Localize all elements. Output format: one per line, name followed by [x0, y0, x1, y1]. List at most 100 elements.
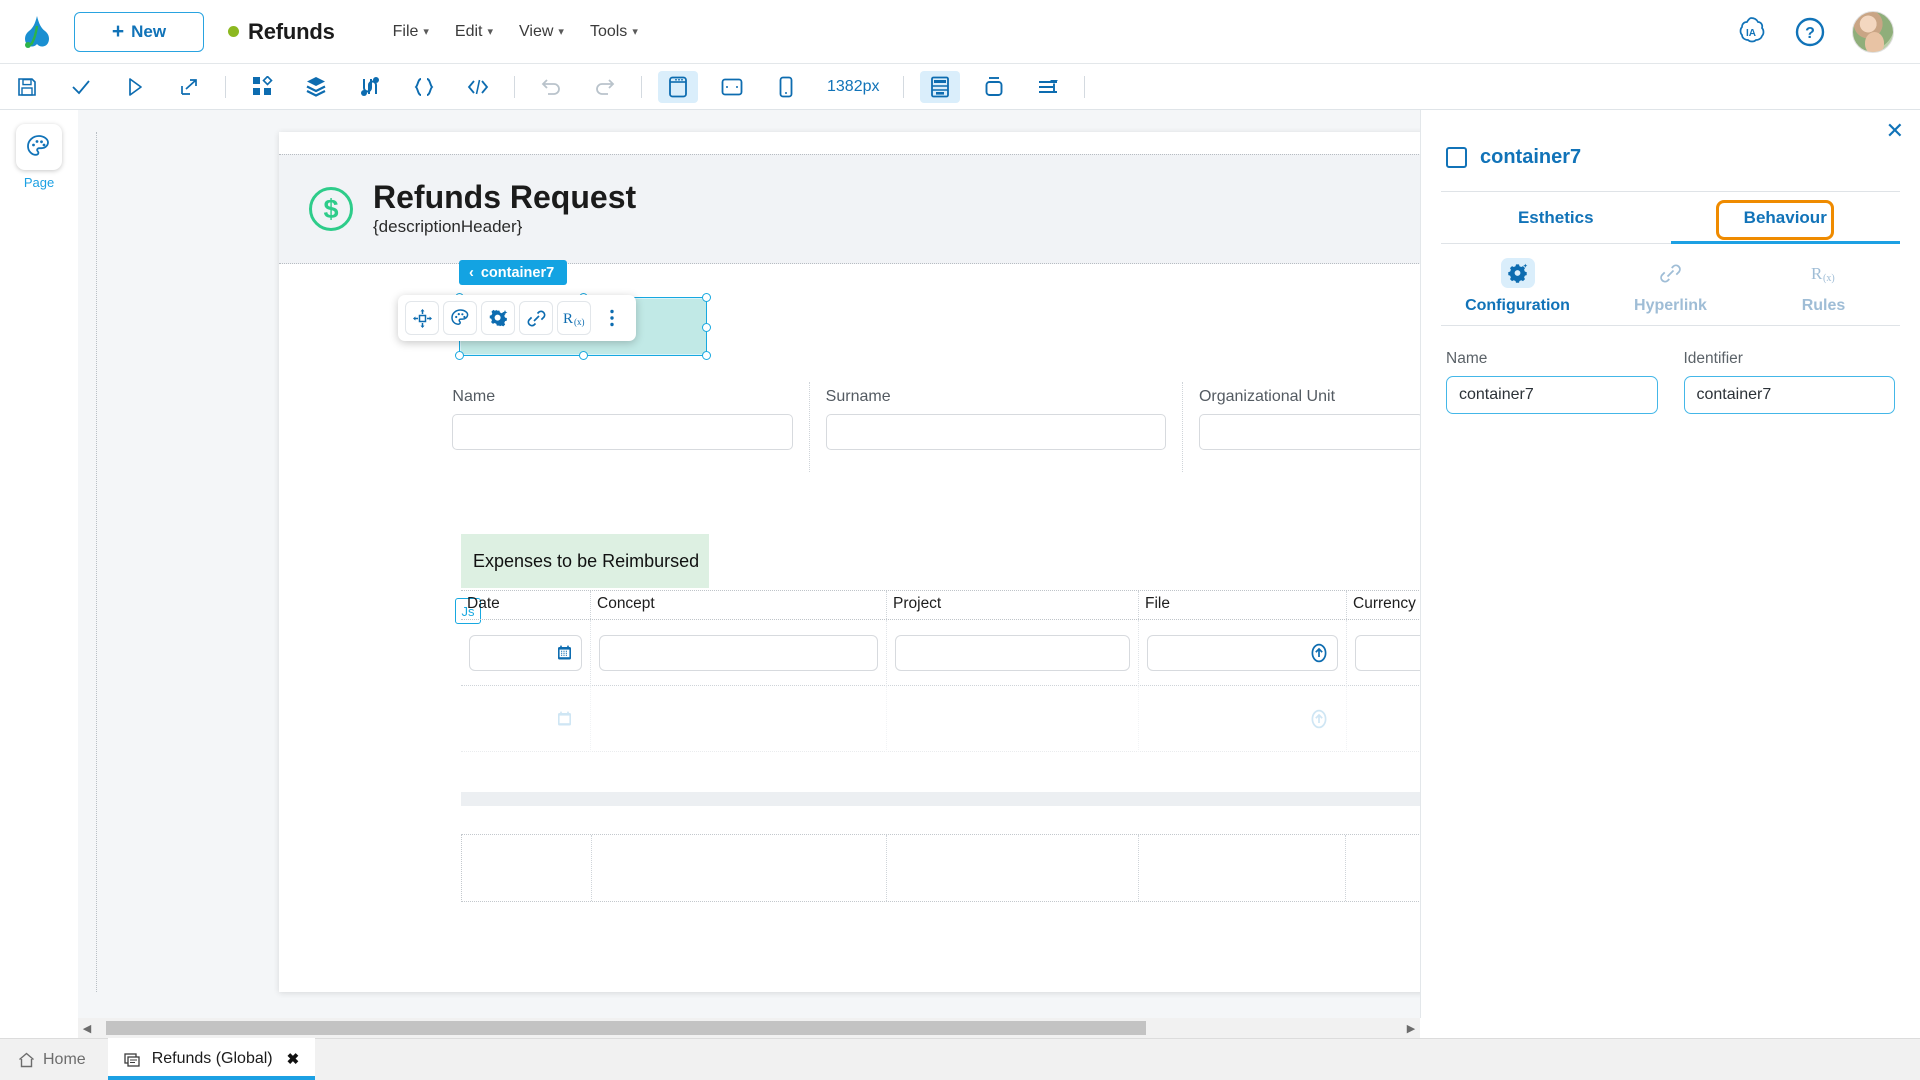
cell-date[interactable]: [461, 619, 591, 686]
ia-assistant-icon[interactable]: IA: [1734, 15, 1768, 49]
upload-circle-icon[interactable]: [1309, 643, 1329, 663]
components-grid-icon[interactable]: [242, 71, 282, 103]
field-name[interactable]: Name: [436, 382, 810, 472]
user-avatar[interactable]: [1852, 10, 1894, 53]
cell-currency[interactable]: [1347, 686, 1420, 752]
resize-handle-sw[interactable]: [455, 351, 464, 360]
project-input[interactable]: [895, 700, 1130, 737]
project-input[interactable]: [895, 634, 1130, 671]
table-row[interactable]: [461, 685, 1420, 752]
summary-cell[interactable]: [887, 835, 1139, 901]
app-logo[interactable]: [0, 14, 74, 50]
chevron-down-icon: ▾: [423, 26, 429, 38]
form-header[interactable]: $ Refunds Request {descriptionHeader}: [279, 154, 1420, 264]
field-name-input[interactable]: [452, 414, 793, 450]
subtab-rules[interactable]: R (x) Rules: [1747, 258, 1900, 315]
table-row[interactable]: [461, 619, 1420, 686]
properties-panel-header: container7: [1421, 110, 1920, 169]
file-input[interactable]: [1147, 634, 1338, 671]
cell-concept[interactable]: [591, 685, 887, 752]
cell-project[interactable]: [887, 685, 1139, 752]
form-layout-icon[interactable]: [919, 70, 960, 103]
upload-circle-icon[interactable]: [1309, 709, 1329, 729]
rules-rx-icon[interactable]: R (x): [557, 301, 591, 335]
menu-tools[interactable]: Tools ▾: [590, 23, 638, 41]
canvas-horizontal-scrollbar[interactable]: ◀ ▶: [78, 1018, 1420, 1038]
tab-behaviour[interactable]: Behaviour: [1670, 192, 1901, 244]
layers-icon[interactable]: [296, 71, 336, 103]
code-icon[interactable]: [458, 71, 498, 103]
taskbar-home[interactable]: Home: [0, 1051, 108, 1080]
close-icon[interactable]: ✕: [1886, 120, 1904, 142]
connectors-icon[interactable]: [350, 71, 390, 103]
resize-handle-e[interactable]: [702, 323, 711, 332]
summary-cell[interactable]: [592, 835, 888, 901]
tab-esthetics[interactable]: Esthetics: [1441, 192, 1671, 244]
summary-cell[interactable]: [462, 835, 592, 901]
taskbar-tab-close-icon[interactable]: ✖: [287, 1050, 300, 1068]
link-icon[interactable]: [519, 301, 553, 335]
name-field[interactable]: container7: [1446, 376, 1658, 414]
mobile-view-icon[interactable]: [766, 71, 806, 103]
currency-input[interactable]: [1355, 700, 1420, 737]
field-org-unit-input[interactable]: [1198, 414, 1420, 450]
validate-check-icon[interactable]: [61, 71, 101, 103]
deploy-arrow-icon[interactable]: [169, 71, 209, 103]
cell-file[interactable]: [1139, 619, 1347, 686]
subtab-hyperlink[interactable]: Hyperlink: [1594, 258, 1747, 315]
calendar-icon[interactable]: [556, 710, 573, 727]
help-icon[interactable]: ?: [1794, 16, 1826, 48]
element-checkbox[interactable]: [1446, 147, 1467, 168]
move-icon[interactable]: [405, 301, 439, 335]
date-input[interactable]: [469, 634, 582, 671]
resize-handle-s[interactable]: [579, 351, 588, 360]
expenses-section-title[interactable]: Expenses to be Reimbursed: [461, 534, 709, 588]
field-surname-input[interactable]: [825, 414, 1166, 450]
scroll-thumb[interactable]: [106, 1021, 1146, 1035]
desktop-view-icon[interactable]: [658, 70, 698, 103]
new-button[interactable]: + New: [74, 11, 204, 52]
design-canvas[interactable]: $ Refunds Request {descriptionHeader} ‹ …: [78, 110, 1420, 1018]
json-braces-icon[interactable]: [404, 71, 444, 103]
cell-project[interactable]: [887, 619, 1139, 686]
palette-icon[interactable]: [443, 301, 477, 335]
menu-file[interactable]: File ▾: [393, 23, 429, 41]
summary-table[interactable]: [461, 834, 1420, 902]
run-play-icon[interactable]: [115, 71, 155, 103]
summary-cell[interactable]: [1346, 835, 1420, 901]
container-layout-icon[interactable]: [974, 71, 1014, 103]
menu-view[interactable]: View ▾: [519, 23, 564, 41]
scroll-right-arrow[interactable]: ▶: [1402, 1022, 1420, 1035]
redo-icon[interactable]: [585, 71, 625, 103]
scroll-track[interactable]: [96, 1021, 1402, 1035]
field-org-unit[interactable]: Organizational Unit: [1183, 382, 1420, 472]
viewport-width-value[interactable]: 1382px: [827, 78, 880, 96]
resize-handle-se[interactable]: [702, 351, 711, 360]
concept-input[interactable]: [599, 700, 878, 737]
summary-cell[interactable]: [1139, 835, 1347, 901]
selection-breadcrumb[interactable]: ‹ container7: [459, 260, 568, 285]
sidebar-item-page[interactable]: Page: [0, 124, 78, 190]
more-vertical-icon[interactable]: [595, 301, 629, 335]
subtab-configuration[interactable]: Configuration: [1441, 258, 1594, 315]
resize-handle-ne[interactable]: [702, 293, 711, 302]
identifier-field[interactable]: container7: [1683, 376, 1895, 414]
undo-icon[interactable]: [531, 71, 571, 103]
cell-currency[interactable]: [1347, 620, 1420, 686]
menu-edit[interactable]: Edit ▾: [455, 23, 493, 41]
calendar-icon[interactable]: [556, 644, 573, 661]
align-icon[interactable]: [1028, 71, 1068, 103]
date-input[interactable]: [469, 700, 582, 737]
cell-file[interactable]: [1139, 685, 1347, 752]
cell-date[interactable]: [461, 685, 591, 752]
concept-input[interactable]: [599, 634, 878, 671]
currency-input[interactable]: [1355, 634, 1420, 671]
gear-sparkle-icon[interactable]: [481, 301, 515, 335]
file-input[interactable]: [1147, 700, 1338, 737]
scroll-left-arrow[interactable]: ◀: [78, 1022, 96, 1035]
cell-concept[interactable]: [591, 619, 887, 686]
tablet-view-icon[interactable]: [712, 71, 752, 103]
taskbar-tab-refunds[interactable]: Refunds (Global) ✖: [107, 1038, 316, 1080]
field-surname[interactable]: Surname: [810, 382, 1183, 472]
save-icon[interactable]: [7, 71, 47, 103]
